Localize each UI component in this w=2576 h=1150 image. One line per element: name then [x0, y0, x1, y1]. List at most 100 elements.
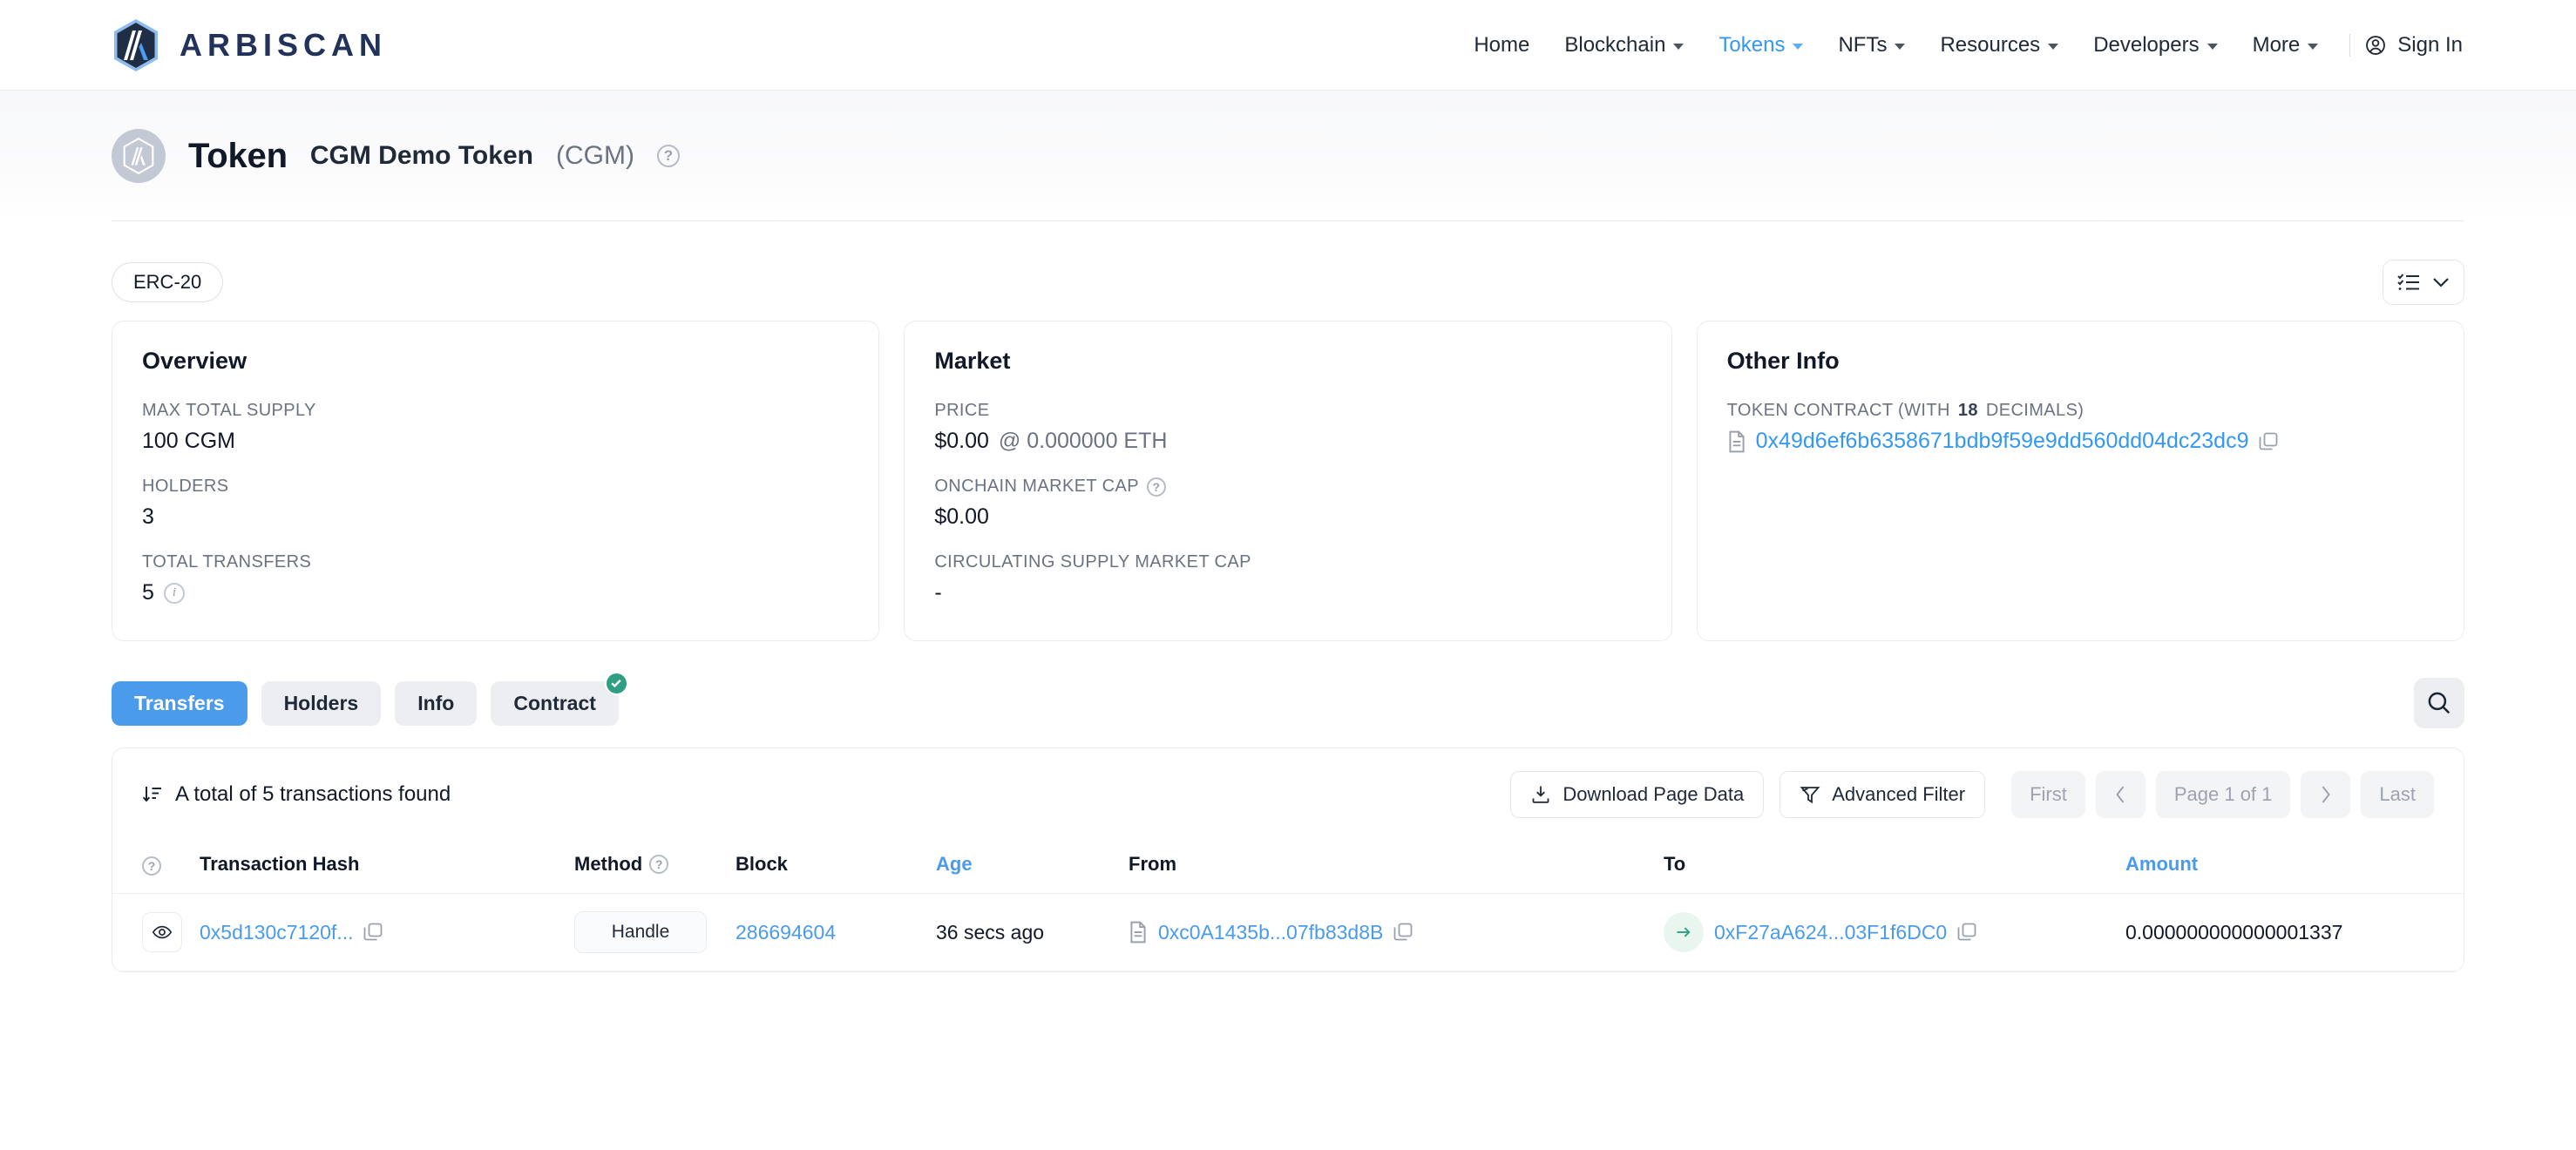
nav-item-home[interactable]: Home [1456, 33, 1547, 58]
nav-item-tokens[interactable]: Tokens [1701, 33, 1820, 58]
cell-to: 0xF27aA624...03F1f6DC0 [1655, 894, 2117, 971]
brand-name: ARBISCAN [180, 27, 387, 64]
block-number-link[interactable]: 286694604 [736, 921, 836, 944]
nav-divider [2349, 34, 2350, 57]
col-info: ? [112, 839, 191, 894]
chevron-down-icon [2308, 44, 2318, 50]
token-contract-field: TOKEN CONTRACT (WITH 18 DECIMALS) 0x49d6… [1727, 401, 2434, 454]
nav-item-developers[interactable]: Developers [2076, 33, 2234, 58]
token-contract-value-wrap: 0x49d6ef6b6358671bdb9f59e9dd560dd04dc23d… [1727, 429, 2434, 454]
method-chip[interactable]: Handle [574, 911, 707, 953]
nav-label: Resources [1940, 33, 2040, 58]
overview-card-title: Overview [142, 348, 849, 375]
download-page-data-label: Download Page Data [1563, 783, 1744, 806]
holders-field: HOLDERS 3 [142, 477, 849, 530]
summary-cards: Overview MAX TOTAL SUPPLY 100 CGM HOLDER… [112, 321, 2464, 641]
onchain-market-cap-label-wrap: ONCHAIN MARKET CAP ? [934, 477, 1641, 497]
download-page-data-button[interactable]: Download Page Data [1510, 771, 1764, 818]
list-view-toggle-button[interactable] [2383, 260, 2464, 305]
contract-decimals: 18 [1958, 401, 1978, 421]
col-block: Block [727, 839, 927, 894]
max-total-supply-value: 100 CGM [142, 429, 849, 454]
check-icon [609, 676, 623, 690]
transaction-hash-link[interactable]: 0x5d130c7120f... [200, 921, 353, 944]
info-icon[interactable]: i [164, 583, 185, 604]
nav-label: Tokens [1718, 33, 1785, 58]
sign-in-button[interactable]: Sign In [2364, 33, 2464, 58]
hero-divider [112, 220, 2464, 221]
question-mark-icon[interactable]: ? [1147, 477, 1166, 497]
onchain-market-cap-value: $0.00 [934, 504, 1641, 530]
cell-amount: 0.000000000000001337 [2117, 894, 2464, 971]
chevron-down-icon [2048, 44, 2058, 50]
nav-label: Developers [2093, 33, 2199, 58]
main-content: ERC-20 Overview MAX TOTAL SUPPLY 100 CGM… [0, 221, 2576, 972]
advanced-filter-label: Advanced Filter [1832, 783, 1965, 806]
contract-label-suffix: DECIMALS) [1986, 401, 2085, 421]
cell-age: 36 secs ago [927, 894, 1115, 971]
transactions-count-wrap: A total of 5 transactions found [142, 782, 451, 807]
eye-icon [152, 922, 173, 943]
advanced-filter-button[interactable]: Advanced Filter [1779, 771, 1985, 818]
document-icon [1727, 430, 1746, 453]
funnel-icon [1800, 784, 1820, 805]
tab-transfers[interactable]: Transfers [112, 681, 247, 726]
document-icon [1129, 921, 1148, 944]
contract-label-prefix: TOKEN CONTRACT (WITH [1727, 401, 1950, 421]
table-row: 0x5d130c7120f... Handle 286694604 36 sec… [112, 894, 2464, 971]
copy-icon[interactable] [1957, 923, 1976, 942]
other-info-card: Other Info TOKEN CONTRACT (WITH 18 DECIM… [1697, 321, 2464, 641]
price-label: PRICE [934, 401, 1641, 421]
to-address-link[interactable]: 0xF27aA624...03F1f6DC0 [1714, 921, 1947, 944]
chevron-left-icon [2114, 785, 2127, 804]
view-transaction-button[interactable] [142, 912, 182, 952]
token-contract-address-link[interactable]: 0x49d6ef6b6358671bdb9f59e9dd560dd04dc23d… [1756, 429, 2249, 454]
tab-label: Holders [284, 692, 359, 714]
total-transfers-field: TOTAL TRANSFERS 5 i [142, 552, 849, 605]
from-address-link[interactable]: 0xc0A1435b...07fb83d8B [1158, 921, 1383, 944]
price-field: PRICE $0.00 @ 0.000000 ETH [934, 401, 1641, 454]
col-age[interactable]: Age [927, 839, 1115, 894]
question-mark-icon[interactable]: ? [649, 855, 668, 874]
pagination-prev-button[interactable] [2096, 771, 2146, 818]
cell-method: Handle [566, 894, 727, 971]
col-method: Method ? [566, 839, 727, 894]
price-eth-value: @ 0.000000 ETH [999, 429, 1168, 454]
copy-icon[interactable] [2259, 432, 2278, 451]
question-mark-icon[interactable]: ? [142, 856, 161, 876]
nav-item-resources[interactable]: Resources [1922, 33, 2076, 58]
copy-icon[interactable] [363, 923, 383, 942]
brand-logo-link[interactable]: ARBISCAN [112, 18, 387, 72]
col-amount[interactable]: Amount [2117, 839, 2464, 894]
cell-block: 286694604 [727, 894, 927, 971]
arrow-right-icon [1674, 923, 1693, 942]
chevron-down-icon [2207, 44, 2218, 50]
pagination-page-indicator: Page 1 of 1 [2156, 771, 2291, 818]
cell-from: 0xc0A1435b...07fb83d8B [1115, 894, 1655, 971]
question-mark-icon[interactable]: ? [657, 145, 680, 167]
other-info-card-title: Other Info [1727, 348, 2434, 375]
nav-item-blockchain[interactable]: Blockchain [1547, 33, 1701, 58]
nav-label: NFTs [1838, 33, 1887, 58]
pagination: First Page 1 of 1 Last [2011, 771, 2434, 818]
transactions-count-text: A total of 5 transactions found [175, 782, 451, 807]
nav-item-nfts[interactable]: NFTs [1820, 33, 1922, 58]
token-name: CGM Demo Token [310, 141, 533, 171]
copy-icon[interactable] [1393, 923, 1413, 942]
tab-info[interactable]: Info [395, 681, 477, 726]
col-transaction-hash: Transaction Hash [191, 839, 566, 894]
user-circle-icon [2364, 34, 2387, 57]
circulating-supply-label: CIRCULATING SUPPLY MARKET CAP [934, 552, 1641, 572]
tab-holders[interactable]: Holders [261, 681, 382, 726]
pagination-first-button[interactable]: First [2011, 771, 2085, 818]
onchain-market-cap-field: ONCHAIN MARKET CAP ? $0.00 [934, 477, 1641, 530]
nav-item-more[interactable]: More [2235, 33, 2336, 58]
search-button[interactable] [2414, 678, 2464, 728]
pagination-next-button[interactable] [2301, 771, 2350, 818]
col-from: From [1115, 839, 1655, 894]
circulating-supply-market-cap-field: CIRCULATING SUPPLY MARKET CAP - [934, 552, 1641, 605]
arbiscan-logo-icon [112, 18, 160, 72]
tab-contract[interactable]: Contract [491, 681, 619, 726]
pagination-last-button[interactable]: Last [2361, 771, 2434, 818]
transactions-table: ? Transaction Hash Method ? Block Age Fr… [112, 839, 2464, 971]
